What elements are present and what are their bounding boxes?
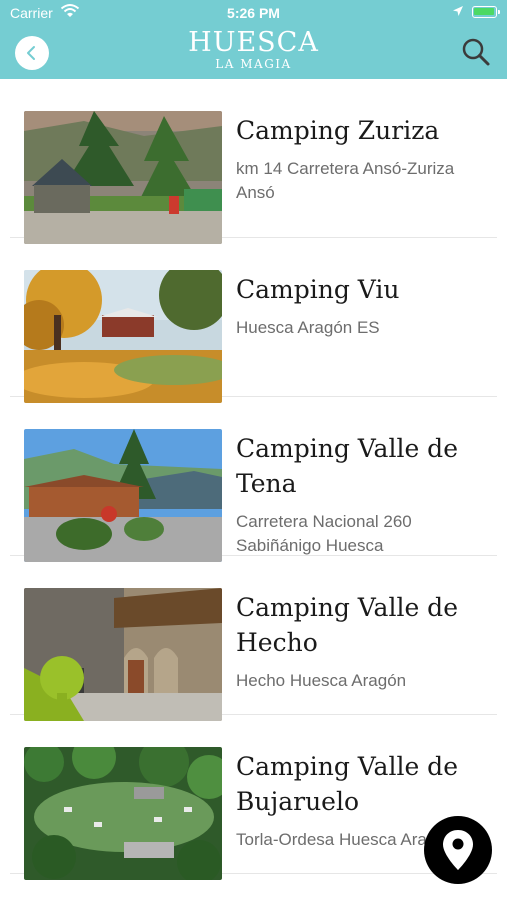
map-button[interactable] bbox=[424, 816, 492, 884]
camping-photo bbox=[24, 270, 222, 403]
list-item[interactable]: Camping Valle de Hecho Hecho Huesca Arag… bbox=[10, 556, 497, 721]
camping-photo bbox=[24, 111, 222, 244]
search-icon[interactable] bbox=[460, 36, 492, 68]
camping-title: Camping Viu bbox=[236, 275, 400, 304]
camping-address: km 14 Carretera Ansó-Zuriza Ansó bbox=[236, 159, 455, 202]
list-item[interactable]: Camping Viu Huesca Aragón ES bbox=[10, 238, 497, 403]
logo-main-text: HUESCA bbox=[188, 27, 319, 58]
camping-photo bbox=[24, 747, 222, 880]
logo-sub-text: LA MAGIA bbox=[215, 57, 292, 71]
top-bar: Carrier 5:26 PM HUESCA LA MAGIA bbox=[0, 0, 507, 79]
app-logo: HUESCA LA MAGIA bbox=[0, 27, 507, 71]
camping-title: Camping Valle de Bujaruelo bbox=[236, 752, 458, 816]
list-item[interactable]: Camping Valle de Tena Carretera Nacional… bbox=[10, 397, 497, 562]
map-pin-icon bbox=[443, 830, 473, 870]
camping-photo bbox=[24, 588, 222, 721]
camping-address: Carretera Nacional 260 Sabiñánigo Huesca bbox=[236, 512, 412, 555]
camping-title: Camping Valle de Tena bbox=[236, 434, 458, 498]
status-bar: Carrier 5:26 PM bbox=[0, 0, 507, 26]
battery-icon bbox=[472, 6, 500, 18]
camping-address: Huesca Aragón ES bbox=[236, 318, 380, 337]
clock: 5:26 PM bbox=[227, 5, 280, 21]
camping-title: Camping Valle de Hecho bbox=[236, 593, 458, 657]
camping-title: Camping Zuriza bbox=[236, 116, 440, 145]
location-arrow-icon bbox=[453, 6, 463, 16]
camping-photo bbox=[24, 429, 222, 562]
camping-address: Hecho Huesca Aragón bbox=[236, 671, 407, 690]
list-item[interactable]: Camping Zuriza km 14 Carretera Ansó-Zuri… bbox=[10, 79, 497, 244]
